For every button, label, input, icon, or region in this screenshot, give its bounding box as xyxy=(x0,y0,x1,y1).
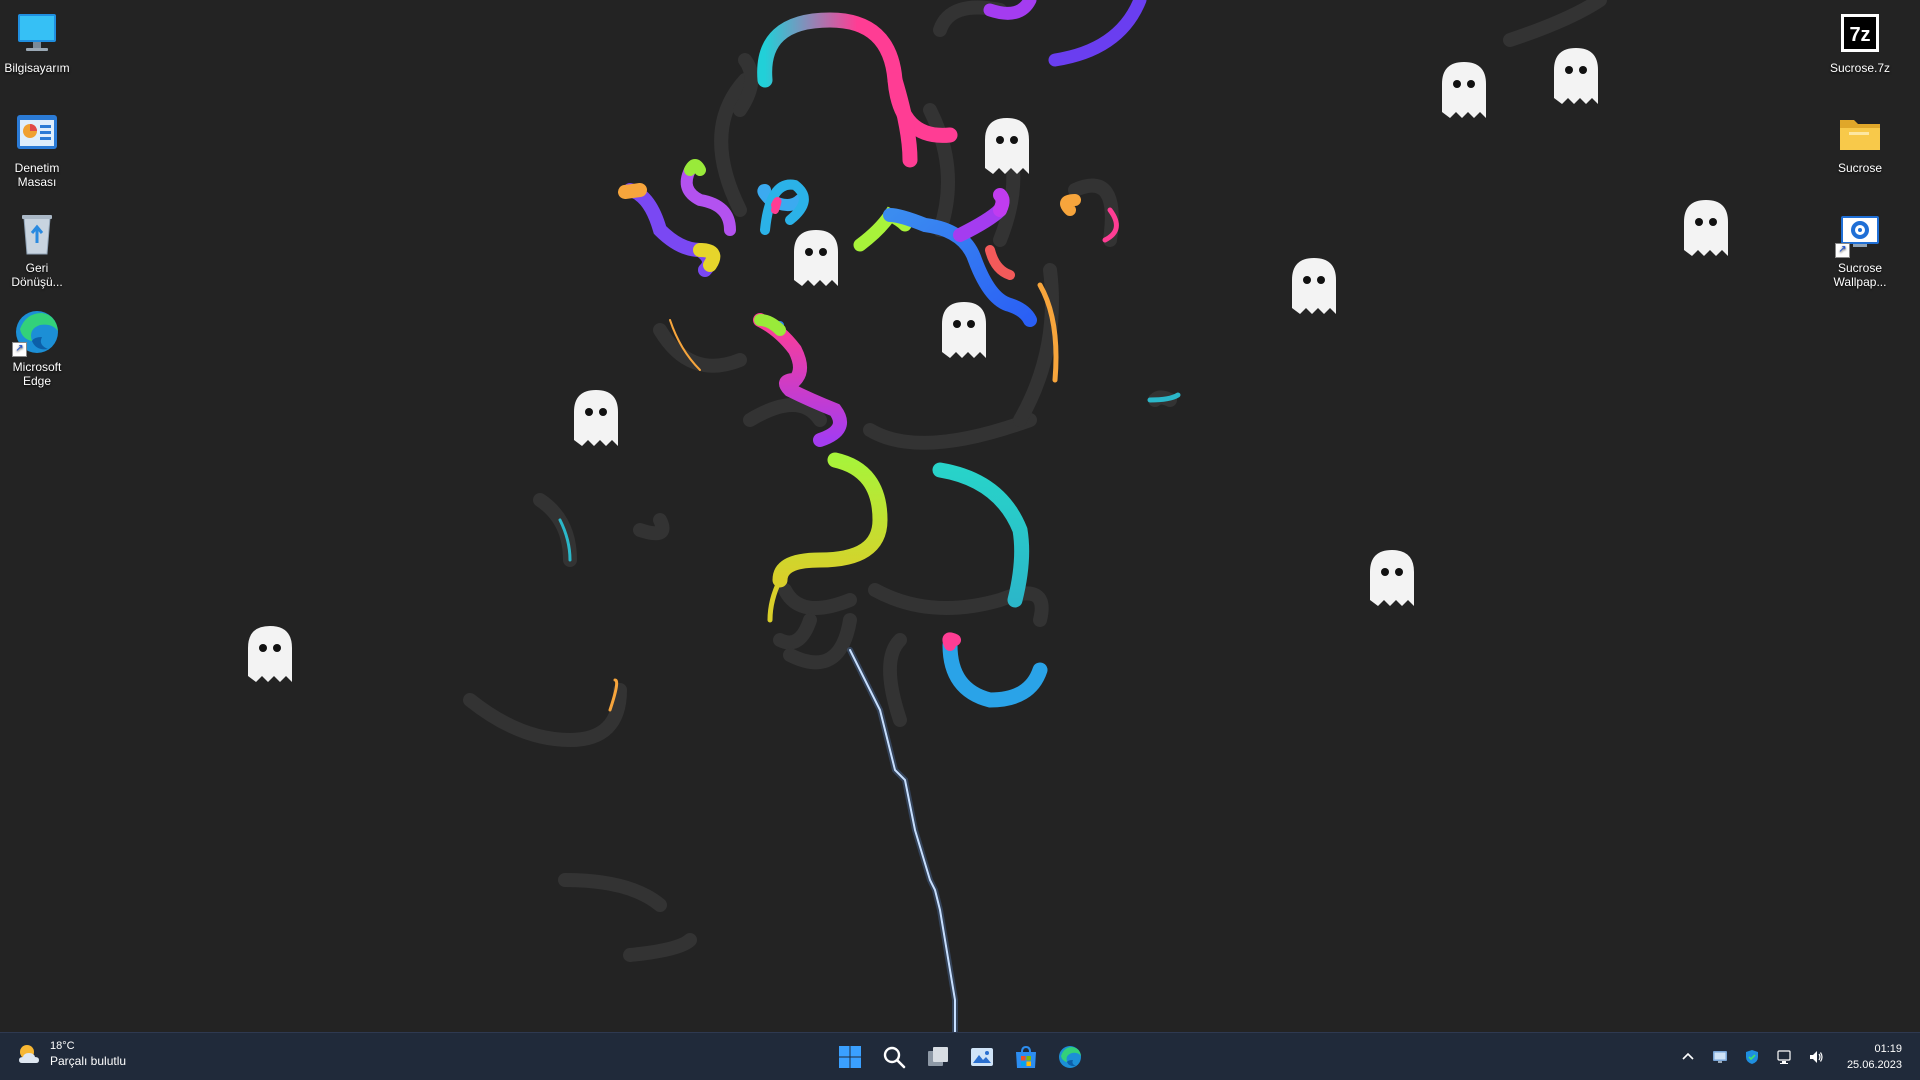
desktop-icon-recycle-bin[interactable]: Geri Dönüşü... xyxy=(0,208,74,289)
edge-icon: ↗ xyxy=(12,307,62,357)
sucrose-settings-icon: ↗ xyxy=(1835,208,1885,258)
start-button[interactable] xyxy=(830,1037,870,1077)
shortcut-arrow-icon: ↗ xyxy=(1835,243,1850,258)
volume-icon xyxy=(1809,1050,1823,1063)
task-view-button[interactable] xyxy=(918,1037,958,1077)
desktop-icon-label: Sucrose xyxy=(1837,161,1883,175)
system-tray: 01:19 25.06.2023 xyxy=(1675,1033,1906,1080)
search-button[interactable] xyxy=(874,1037,914,1077)
store-icon xyxy=(1016,1045,1036,1068)
desktop[interactable]: Bilgisayarım Denetim Masası Geri Dönüşü. xyxy=(0,0,1920,1032)
desktop-icon-label: Sucrose Wallpap... xyxy=(1833,261,1887,289)
7z-archive-icon: 7z xyxy=(1835,8,1885,58)
desktop-icon-microsoft-edge[interactable]: ↗ Microsoft Edge xyxy=(0,307,74,388)
network-button[interactable] xyxy=(1771,1044,1797,1070)
security-shield-icon xyxy=(1745,1049,1758,1064)
desktop-icon-label: Denetim Masası xyxy=(14,161,60,189)
monitor-icon xyxy=(12,8,62,58)
gallery-button[interactable] xyxy=(962,1037,1002,1077)
desktop-icon-sucrose-wallpaper[interactable]: ↗ Sucrose Wallpap... xyxy=(1823,208,1897,289)
windows-start-icon xyxy=(839,1046,861,1068)
weather-temperature: 18°C xyxy=(50,1040,75,1052)
desktop-icon-control-panel[interactable]: Denetim Masası xyxy=(0,108,74,189)
taskbar: 18°C Parçalı bulutlu 01:19 25.06.2023 xyxy=(0,1032,1920,1080)
recycle-bin-icon xyxy=(12,208,62,258)
desktop-icon-label: Bilgisayarım xyxy=(4,61,70,75)
shortcut-arrow-icon: ↗ xyxy=(12,342,27,357)
desktop-icon-sucrose-folder[interactable]: Sucrose xyxy=(1823,108,1897,175)
chevron-up-icon xyxy=(1682,1052,1694,1060)
edge-icon xyxy=(1059,1046,1081,1068)
clock[interactable]: 01:19 25.06.2023 xyxy=(1843,1041,1906,1073)
tray-app-monitor[interactable] xyxy=(1707,1044,1733,1070)
taskbar-apps xyxy=(830,1037,1090,1077)
microsoft-store-button[interactable] xyxy=(1006,1037,1046,1077)
gallery-icon xyxy=(971,1048,993,1066)
svg-text:7z: 7z xyxy=(1849,24,1870,46)
folder-icon xyxy=(1835,108,1885,158)
weather-condition: Parçalı bulutlu xyxy=(50,1054,127,1068)
edge-taskbar-button[interactable] xyxy=(1050,1037,1090,1077)
clock-time: 01:19 xyxy=(1874,1042,1902,1055)
partly-cloudy-icon xyxy=(19,1045,39,1063)
tray-app-security[interactable] xyxy=(1739,1044,1765,1070)
sucrose-wallpaper xyxy=(248,0,1728,1032)
desktop-icon-label: Geri Dönüşü... xyxy=(11,261,63,289)
monitor-tray-icon xyxy=(1712,1050,1727,1063)
task-view-icon xyxy=(928,1047,948,1066)
clock-date: 25.06.2023 xyxy=(1846,1058,1902,1071)
search-icon xyxy=(883,1046,906,1069)
desktop-icon-sucrose-7z[interactable]: 7z Sucrose.7z xyxy=(1823,8,1897,75)
show-hidden-icons-button[interactable] xyxy=(1675,1044,1701,1070)
network-icon xyxy=(1777,1049,1791,1064)
desktop-icon-label: Microsoft Edge xyxy=(12,360,62,388)
volume-button[interactable] xyxy=(1803,1044,1829,1070)
control-panel-icon xyxy=(12,108,62,158)
weather-widget[interactable]: 18°C Parçalı bulutlu xyxy=(16,1039,126,1069)
desktop-icon-label: Sucrose.7z xyxy=(1829,61,1891,75)
desktop-icon-this-pc[interactable]: Bilgisayarım xyxy=(0,8,74,75)
